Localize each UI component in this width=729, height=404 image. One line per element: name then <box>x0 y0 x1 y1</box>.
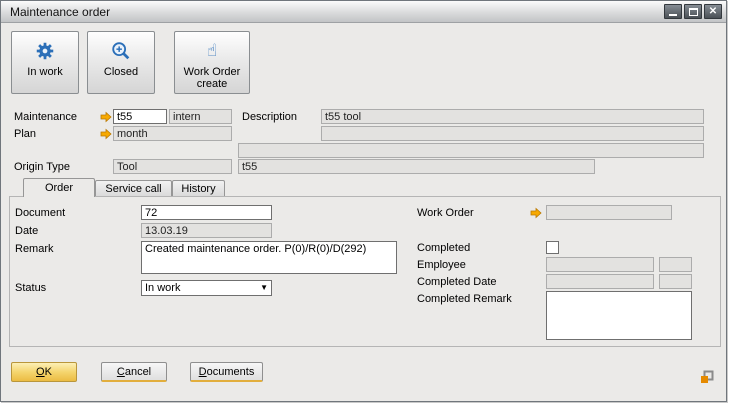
minimize-button[interactable] <box>664 4 682 19</box>
tab-history[interactable]: History <box>172 180 225 197</box>
completed-remark-textarea[interactable] <box>546 291 692 340</box>
employee-field <box>546 257 654 272</box>
extra-field <box>238 143 704 158</box>
cancel-button-label: Cancel <box>117 366 151 378</box>
remark-textarea[interactable]: Created maintenance order. P(0)/R(0)/D(2… <box>141 241 397 274</box>
origin-field: t55 <box>238 159 595 174</box>
maintenance-order-window: Maintenance order ✕ <box>0 0 727 402</box>
form-settings-icon[interactable] <box>700 370 714 384</box>
completed-remark-label: Completed Remark <box>417 293 512 305</box>
work-order-field <box>546 205 672 220</box>
origin-type-field: Tool <box>113 159 232 174</box>
status-label: Status <box>15 282 46 294</box>
origin-type-label: Origin Type <box>14 161 70 173</box>
plan-description-field <box>321 126 704 141</box>
pointer-hand-icon: ☝ <box>207 39 217 63</box>
remark-label: Remark <box>15 243 54 255</box>
close-icon: ✕ <box>709 7 717 17</box>
description-label: Description <box>242 111 297 123</box>
date-label: Date <box>15 225 38 237</box>
in-work-button[interactable]: In work <box>11 31 79 94</box>
closed-button-label: Closed <box>104 66 138 78</box>
maintenance-label: Maintenance <box>14 111 77 123</box>
employee-extra-field <box>659 257 692 272</box>
in-work-button-label: In work <box>27 66 62 78</box>
documents-button[interactable]: Documents <box>190 362 263 382</box>
tab-service-call-label: Service call <box>105 183 161 195</box>
ok-button[interactable]: OK <box>11 362 77 382</box>
tab-service-call[interactable]: Service call <box>95 180 172 197</box>
completed-date-extra-field <box>659 274 692 289</box>
maintenance-type-field: intern <box>169 109 232 124</box>
chevron-down-icon: ▼ <box>260 284 268 292</box>
document-input[interactable] <box>141 205 272 220</box>
documents-button-label: Documents <box>199 366 255 378</box>
work-order-label: Work Order <box>417 207 474 219</box>
completed-checkbox[interactable] <box>546 241 559 254</box>
completed-date-label: Completed Date <box>417 276 497 288</box>
window-controls: ✕ <box>664 4 722 19</box>
gear-icon <box>34 39 56 63</box>
minimize-icon <box>669 14 677 16</box>
plan-link-arrow-icon[interactable] <box>100 128 112 140</box>
maintenance-code-input[interactable] <box>113 109 167 124</box>
tab-order[interactable]: Order <box>23 178 95 197</box>
status-dropdown-value: In work <box>145 282 180 294</box>
date-field: 13.03.19 <box>141 223 272 238</box>
employee-label: Employee <box>417 259 466 271</box>
completed-label: Completed <box>417 242 470 254</box>
closed-button[interactable]: Closed <box>87 31 155 94</box>
completed-date-field <box>546 274 654 289</box>
maintenance-link-arrow-icon[interactable] <box>100 111 112 123</box>
cancel-button[interactable]: Cancel <box>101 362 167 382</box>
tab-history-label: History <box>181 183 215 195</box>
status-dropdown[interactable]: In work ▼ <box>141 280 272 296</box>
tab-order-label: Order <box>45 182 73 194</box>
maximize-icon <box>689 8 698 16</box>
window-title: Maintenance order <box>10 5 110 19</box>
zoom-plus-icon <box>110 39 132 63</box>
document-label: Document <box>15 207 65 219</box>
description-field: t55 tool <box>321 109 704 124</box>
titlebar[interactable]: Maintenance order ✕ <box>1 1 726 23</box>
work-order-link-arrow-icon[interactable] <box>530 207 542 219</box>
ok-button-label: OK <box>36 366 52 378</box>
plan-label: Plan <box>14 128 36 140</box>
work-order-create-button[interactable]: ☝ Work Order create <box>174 31 250 94</box>
plan-field: month <box>113 126 232 141</box>
close-button[interactable]: ✕ <box>704 4 722 19</box>
work-order-create-button-label: Work Order create <box>175 66 249 90</box>
maximize-button[interactable] <box>684 4 702 19</box>
